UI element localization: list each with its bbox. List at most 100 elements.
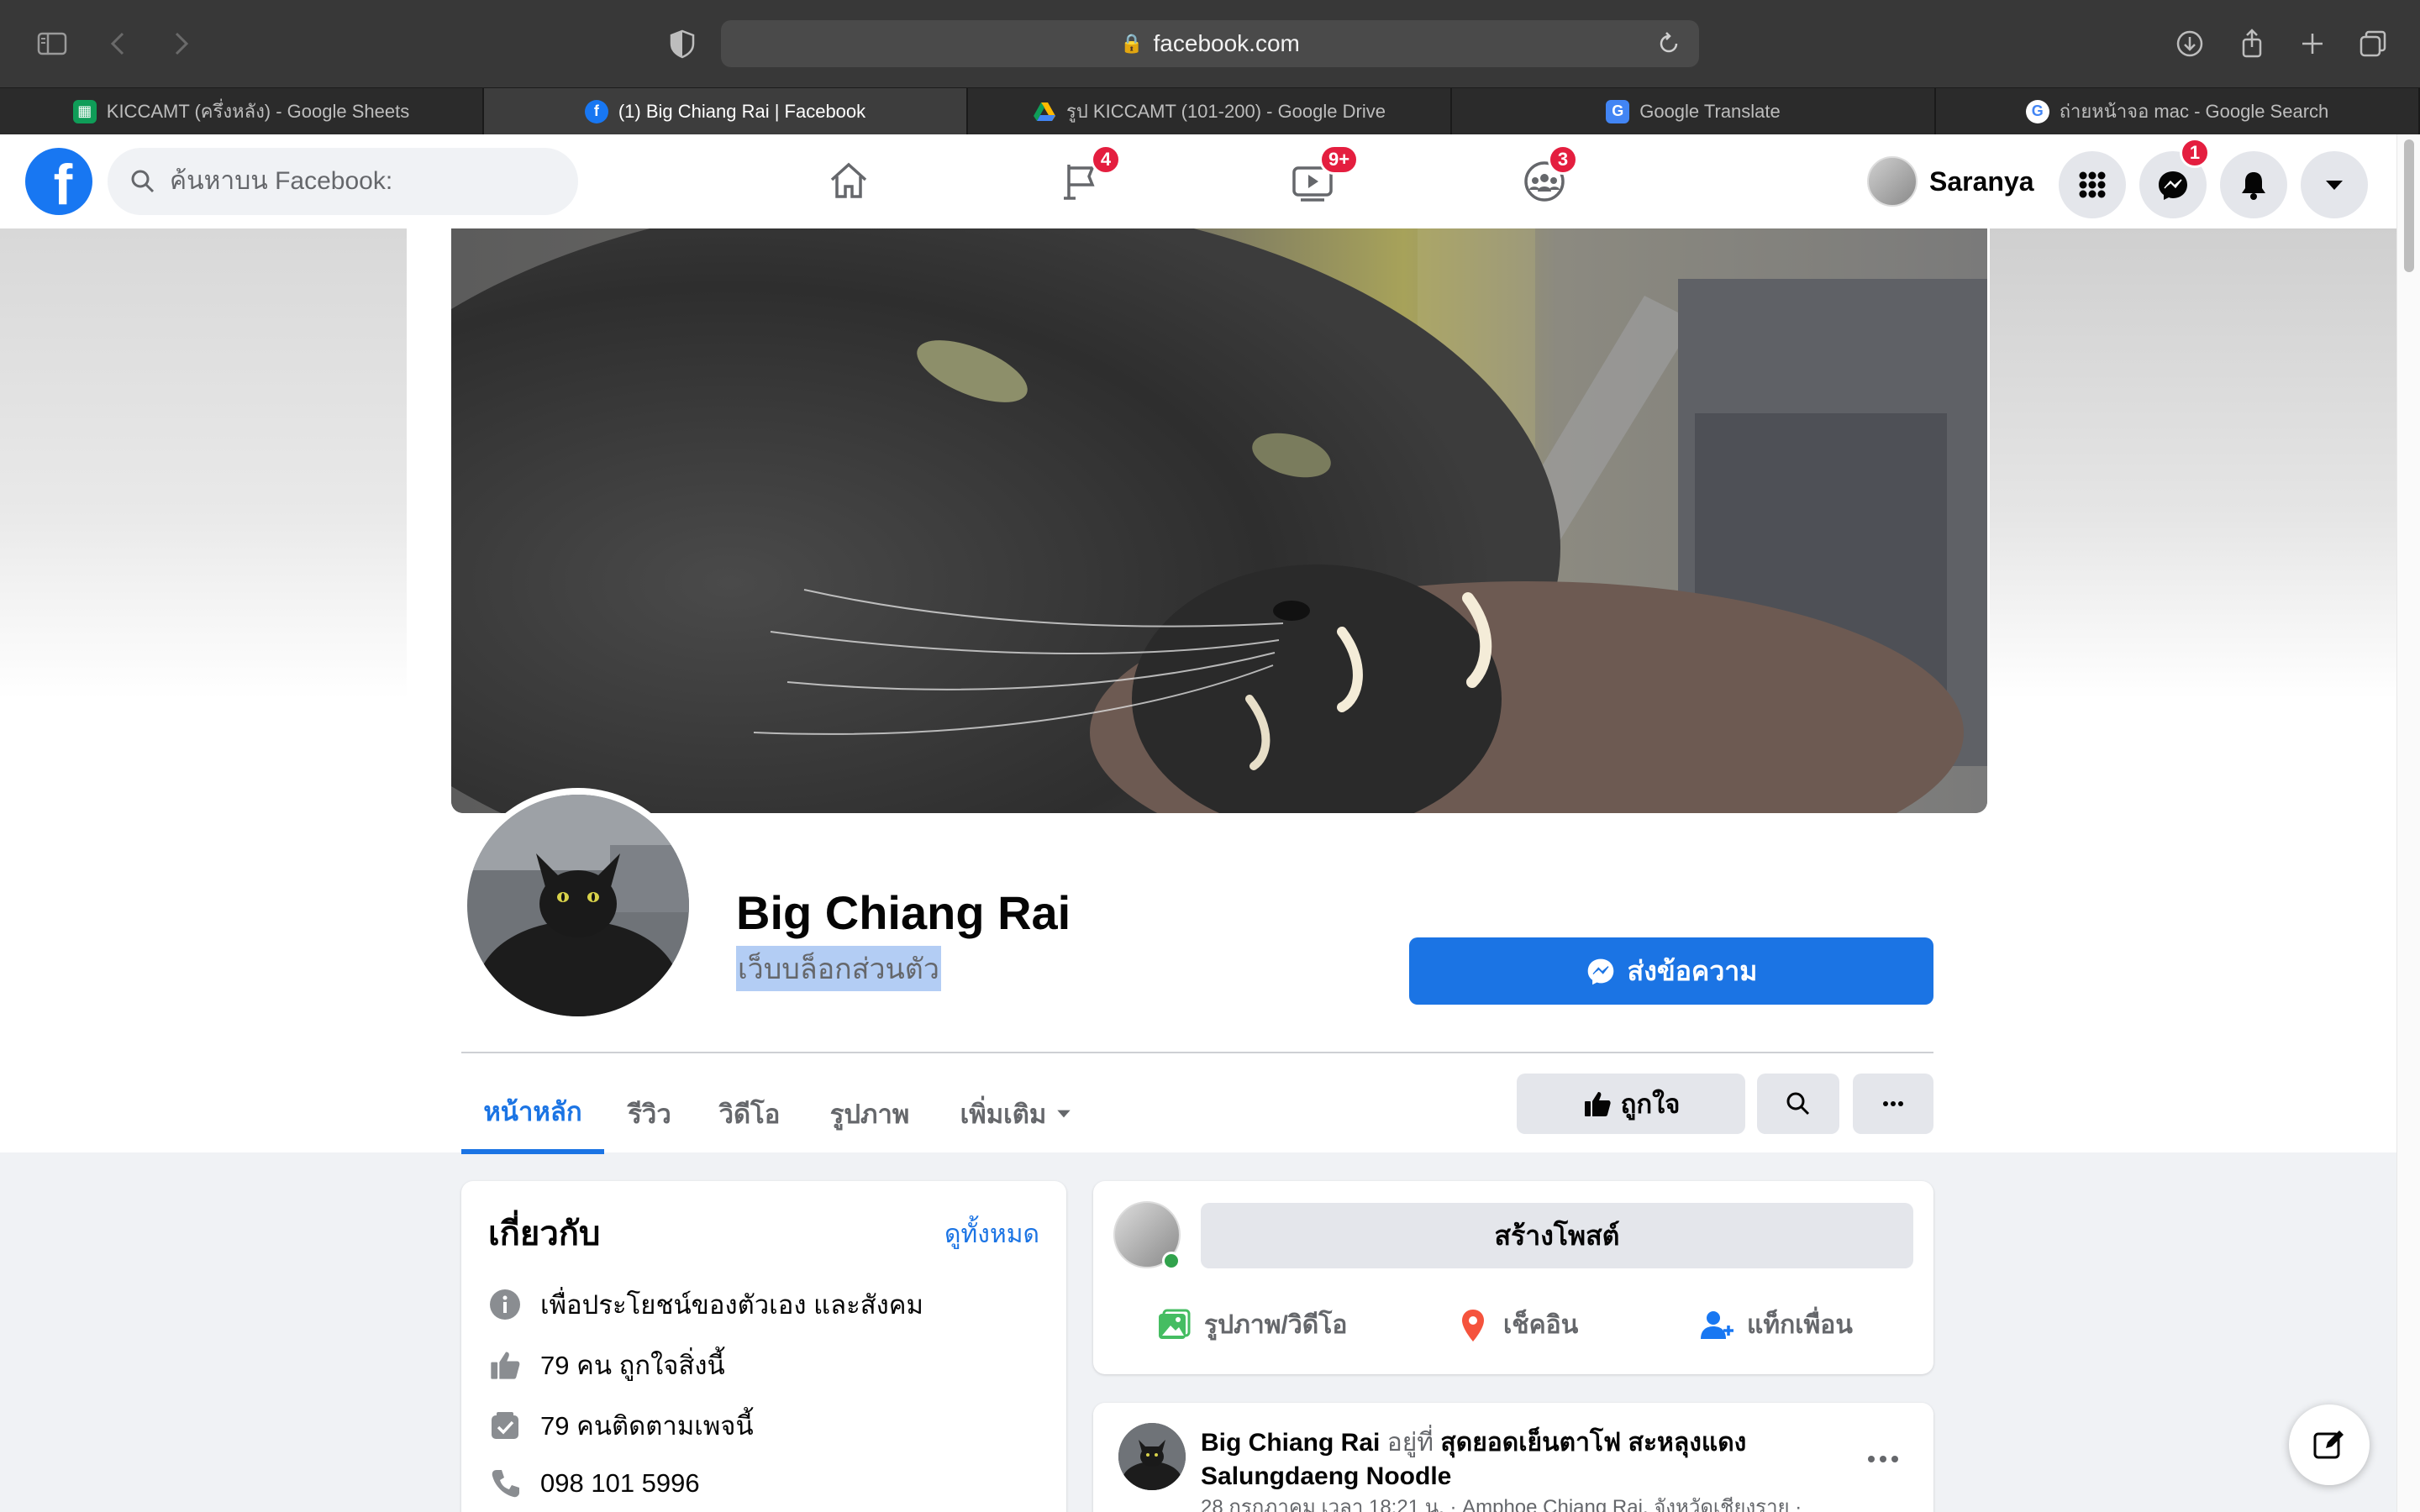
post-author-name[interactable]: Big Chiang Rai <box>1201 1429 1380 1457</box>
tab-more[interactable]: เพิ่มเติม <box>950 1074 1084 1154</box>
caret-down-icon <box>2326 181 2343 190</box>
post-header: Big Chiang Rai อยู่ที่ สุดยอดเย็นตาโฟ สะ… <box>1201 1426 1789 1494</box>
tag-friends-icon <box>1701 1310 1733 1339</box>
nav-pages[interactable]: 4 <box>990 134 1175 228</box>
facebook-search[interactable] <box>108 148 578 215</box>
post-meta: 28 กรกฎาคม เวลา 18:21 น. · Amphoe Chiang… <box>1201 1496 1802 1512</box>
tab-overview-icon[interactable] <box>2354 25 2391 62</box>
messenger-icon <box>1587 958 1613 985</box>
send-message-label: ส่งข้อความ <box>1627 955 1758 986</box>
search-input[interactable] <box>170 167 539 196</box>
nav-groups[interactable]: 3 <box>1452 134 1637 228</box>
about-see-all-link[interactable]: ดูทั้งหมด <box>944 1215 1039 1254</box>
menu-button[interactable] <box>2059 151 2126 218</box>
reload-icon[interactable] <box>1654 29 1684 59</box>
avatar <box>1867 156 1918 207</box>
page-more-button[interactable] <box>1853 1074 1933 1134</box>
browser-tab-drive[interactable]: รูป KICCAMT (101-200) - Google Drive <box>968 88 1452 134</box>
home-icon <box>830 162 867 198</box>
tab-label: รูป KICCAMT (101-200) - Google Drive <box>1066 101 1386 122</box>
tab-more-label: เพิ่มเติม <box>960 1100 1047 1129</box>
google-sheets-icon: ▦ <box>72 99 97 123</box>
downloads-icon[interactable] <box>2171 25 2208 62</box>
browser-tab-translate[interactable]: G Google Translate <box>1452 88 1936 134</box>
privacy-shield-icon[interactable] <box>664 25 701 62</box>
scroll-thumb[interactable] <box>2404 139 2414 272</box>
profile-chip[interactable]: Saranya <box>1867 151 2034 212</box>
groups-badge: 3 <box>1548 144 1578 175</box>
cover-blur-right <box>1990 228 2396 699</box>
page-category[interactable]: เว็บบล็อกส่วนตัว <box>736 946 941 991</box>
create-post-card: สร้างโพสต์ รูปภาพ/วิดีโอ เช็คอิน แท็กเพื… <box>1093 1181 1933 1374</box>
lock-icon: 🔒 <box>1120 33 1144 54</box>
page-title: Big Chiang Rai <box>736 886 1071 939</box>
tab-reviews[interactable]: รีวิว <box>613 1074 686 1154</box>
photo-video-label: รูปภาพ/วิดีโอ <box>1204 1311 1348 1339</box>
facebook-logo-icon[interactable]: f <box>25 148 92 215</box>
page-search-button[interactable] <box>1757 1074 1839 1134</box>
info-icon <box>487 1286 523 1323</box>
grid-menu-icon <box>2079 171 2106 198</box>
messenger-button[interactable]: 1 <box>2139 138 2210 218</box>
nav-home[interactable] <box>756 134 941 228</box>
tab-label: ถ่ายหน้าจอ mac - Google Search <box>2059 101 2329 122</box>
check-in-action[interactable]: เช็คอิน <box>1455 1305 1578 1345</box>
online-status-dot <box>1162 1252 1181 1270</box>
tag-friends-action[interactable]: แท็กเพื่อน <box>1698 1305 1853 1345</box>
sidebar-toggle-icon[interactable] <box>34 25 71 62</box>
cover-blur-left <box>0 228 407 699</box>
post-at-word: อยู่ที่ <box>1386 1429 1434 1457</box>
tab-photos[interactable]: รูปภาพ <box>817 1074 923 1154</box>
send-message-button[interactable]: ส่งข้อความ <box>1409 937 1933 1005</box>
notifications-button[interactable] <box>2220 151 2287 218</box>
post-options-button[interactable] <box>1866 1436 1900 1472</box>
share-icon[interactable] <box>2233 25 2270 62</box>
page-scrollbar[interactable] <box>2396 134 2420 1512</box>
compose-icon <box>2313 1431 2344 1459</box>
phone-icon <box>487 1465 523 1502</box>
tab-label: Google Translate <box>1639 100 1781 122</box>
about-row: 098 101 5996 <box>487 1465 700 1502</box>
about-title: เกี่ยวกับ <box>488 1215 601 1252</box>
user-name: Saranya <box>1929 165 2034 197</box>
tab-home[interactable]: หน้าหลัก <box>461 1074 604 1154</box>
about-text: เพื่อประโยชน์ของตัวเอง และสังคม <box>540 1290 923 1320</box>
like-label: ถูกใจ <box>1620 1089 1681 1119</box>
about-text: 79 คนติดตามเพจนี้ <box>540 1411 754 1441</box>
address-bar[interactable]: 🔒 facebook.com <box>721 20 1699 67</box>
photo-video-action[interactable]: รูปภาพ/วิดีโอ <box>1155 1305 1347 1345</box>
check-in-icon <box>1462 1309 1484 1341</box>
pages-badge: 4 <box>1091 144 1121 175</box>
google-icon: G <box>2025 99 2049 123</box>
photo-video-icon <box>1159 1309 1191 1339</box>
browser-tab-facebook[interactable]: f (1) Big Chiang Rai | Facebook <box>484 88 968 134</box>
browser-toolbar: 🔒 facebook.com <box>0 0 2420 87</box>
thumbs-up-icon <box>1584 1092 1611 1116</box>
follow-check-icon <box>487 1407 523 1444</box>
google-drive-icon <box>1033 100 1056 123</box>
browser-tab-google-search[interactable]: G ถ่ายหน้าจอ mac - Google Search <box>1936 88 2420 134</box>
new-tab-icon[interactable] <box>2294 25 2331 62</box>
like-page-button[interactable]: ถูกใจ <box>1517 1074 1745 1134</box>
search-icon <box>1786 1092 1810 1116</box>
facebook-top-nav: f 4 9+ 3 Saranya 1 <box>0 134 2396 228</box>
search-icon <box>131 170 155 193</box>
account-menu-button[interactable] <box>2301 151 2368 218</box>
browser-tab-sheets[interactable]: ▦ KICCAMT (ครึ่งหลัง) - Google Sheets <box>0 88 484 134</box>
thumbs-up-icon <box>487 1347 523 1383</box>
back-icon[interactable] <box>101 25 138 62</box>
cover-photo[interactable] <box>451 228 1987 813</box>
post-author-avatar[interactable] <box>1118 1423 1186 1490</box>
page-profile-picture[interactable] <box>460 788 696 1023</box>
forward-icon[interactable] <box>161 25 198 62</box>
create-post-button[interactable]: สร้างโพสต์ <box>1201 1203 1913 1268</box>
nav-watch[interactable]: 9+ <box>1220 134 1405 228</box>
tab-label: KICCAMT (ครึ่งหลัง) - Google Sheets <box>106 101 410 122</box>
more-dots-icon <box>1883 1101 1903 1106</box>
google-translate-icon: G <box>1606 99 1630 123</box>
facebook-icon: f <box>584 99 608 123</box>
tab-videos[interactable]: วิดีโอ <box>708 1074 792 1154</box>
header-divider <box>461 1052 1933 1053</box>
new-message-floating-button[interactable] <box>2289 1404 2370 1485</box>
tag-friends-label: แท็กเพื่อน <box>1747 1311 1853 1339</box>
